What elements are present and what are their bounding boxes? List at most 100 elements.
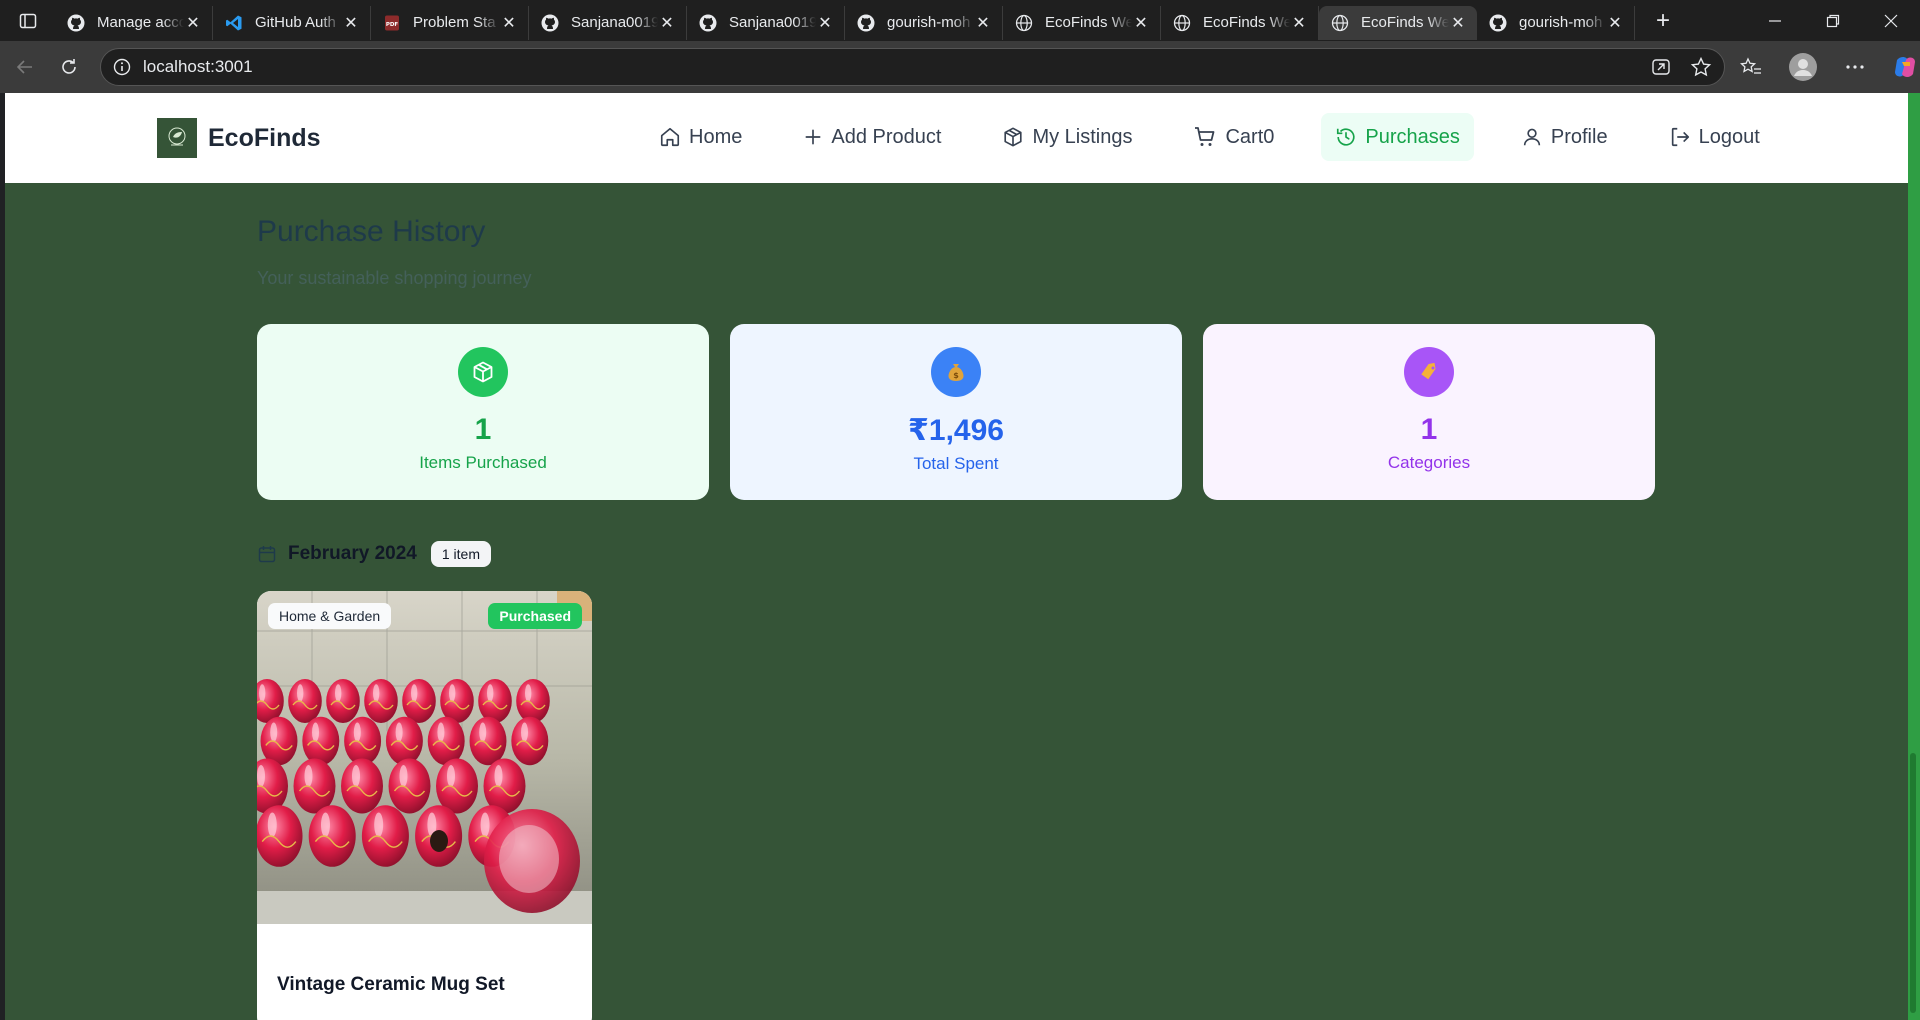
profile-avatar-icon[interactable] (1788, 52, 1818, 82)
more-options-icon[interactable] (1844, 56, 1866, 78)
new-tab-button[interactable]: + (1643, 4, 1683, 38)
back-button[interactable] (3, 47, 47, 87)
url-bar[interactable]: localhost:3001 (100, 48, 1725, 86)
star-icon[interactable] (1690, 56, 1712, 78)
stat-label: Total Spent (913, 454, 999, 473)
info-icon[interactable] (113, 58, 131, 76)
browser-tab[interactable]: PDF Problem Sta ✕ (371, 5, 529, 40)
close-icon (1884, 14, 1898, 27)
close-tab-icon[interactable]: ✕ (974, 14, 992, 32)
globe-icon (1015, 14, 1033, 32)
read-aloud-icon[interactable] (1650, 56, 1672, 78)
close-tab-icon[interactable]: ✕ (1606, 14, 1624, 32)
arrow-left-icon (16, 60, 32, 74)
nav-home-label: Home (689, 125, 743, 148)
browser-address-bar: localhost:3001 (0, 41, 1920, 93)
browser-tab[interactable]: Sanjana0019 ✕ (529, 5, 687, 40)
nav-my-listings[interactable]: My Listings (988, 113, 1146, 161)
nav-logout-label: Logout (1698, 125, 1760, 148)
nav-home[interactable]: Home (645, 113, 756, 161)
plus-icon (805, 129, 821, 145)
browser-tab[interactable]: EcoFinds We ✕ (1003, 5, 1161, 40)
close-tab-icon[interactable]: ✕ (1132, 14, 1150, 32)
logo-text: EcoFinds (208, 123, 321, 152)
github-icon (67, 14, 85, 32)
box-icon (1004, 127, 1023, 147)
group-count-badge: 1 item (430, 541, 491, 567)
browser-tab[interactable]: gourish-moh ✕ (845, 5, 1003, 40)
reload-button[interactable] (47, 47, 91, 87)
page-viewport: EcoFinds Home Add Product My Listings Ca… (5, 93, 1908, 1020)
close-tab-icon[interactable]: ✕ (816, 14, 834, 32)
browser-tab[interactable]: Sanjana0019 ✕ (687, 5, 845, 40)
pdf-icon: PDF (383, 14, 401, 32)
minimize-button[interactable] (1746, 0, 1804, 41)
nav-my-listings-label: My Listings (1032, 125, 1133, 148)
nav-logout[interactable]: Logout (1655, 113, 1774, 161)
nav-add-product-label: Add Product (831, 125, 942, 148)
browser-tab-title: GitHub Auth (255, 14, 336, 31)
purchased-status-badge: Purchased (488, 603, 582, 629)
close-tab-icon[interactable]: ✕ (658, 14, 676, 32)
stat-card-items-purchased: 1 Items Purchased (257, 324, 709, 500)
calendar-icon (258, 546, 276, 563)
main-nav: Home Add Product My Listings Cart0 Purch… (645, 113, 1807, 161)
browser-tab-bar: Manage acco ✕ GitHub Auth ✕ PDF Problem Sta ✕ S… (0, 0, 1920, 41)
browser-tab[interactable]: gourish-moh ✕ (1477, 5, 1635, 40)
purchased-product-card[interactable]: Home & Garden Purchased Vintage Ceramic … (257, 591, 592, 1020)
group-month: February 2024 (288, 543, 417, 564)
close-window-button[interactable] (1862, 0, 1920, 41)
site-logo[interactable]: EcoFinds (157, 118, 321, 158)
browser-tab[interactable]: EcoFinds We ✕ (1161, 5, 1319, 40)
restore-button[interactable] (1804, 0, 1862, 41)
cart-icon (1195, 127, 1215, 146)
browser-tab-title: Sanjana0019 (729, 14, 816, 31)
stat-value: 1 (474, 413, 492, 446)
nav-profile[interactable]: Profile (1507, 113, 1622, 161)
product-image (257, 591, 592, 924)
browser-tab[interactable]: GitHub Auth ✕ (213, 5, 371, 40)
github-icon (857, 14, 875, 32)
box-icon (473, 361, 493, 383)
copilot-icon[interactable] (1892, 54, 1918, 80)
github-icon (541, 14, 559, 32)
minimize-icon (1769, 19, 1781, 22)
close-tab-icon[interactable]: ✕ (184, 14, 202, 32)
nav-profile-label: Profile (1550, 125, 1608, 148)
page-subtitle: Your sustainable shopping journey (257, 268, 532, 288)
page-scrollbar[interactable] (1908, 93, 1920, 1020)
github-icon (699, 14, 717, 32)
stat-value: 1 (1420, 413, 1438, 446)
tag-icon (1421, 362, 1436, 380)
browser-tab[interactable]: EcoFinds We ✕ (1319, 5, 1477, 40)
github-icon (1489, 14, 1507, 32)
stat-icon-circle (1404, 347, 1454, 397)
leaf-logo-icon (157, 118, 197, 158)
nav-cart[interactable]: Cart0 (1179, 113, 1288, 161)
close-tab-icon[interactable]: ✕ (1449, 14, 1467, 32)
close-tab-icon[interactable]: ✕ (500, 14, 518, 32)
restore-icon (1826, 14, 1840, 27)
nav-purchases-label: Purchases (1365, 125, 1460, 148)
nav-purchases[interactable]: Purchases (1321, 113, 1474, 161)
money-bag-icon: $ (948, 364, 964, 381)
svg-text:PDF: PDF (386, 22, 399, 28)
browser-tab-title: gourish-moh (887, 14, 971, 31)
close-tab-icon[interactable]: ✕ (1290, 14, 1308, 32)
close-tab-icon[interactable]: ✕ (342, 14, 360, 32)
browser-tab-title: gourish-moh (1519, 14, 1603, 31)
stat-icon-circle (458, 347, 508, 397)
browser-tab[interactable]: Manage acco ✕ (55, 5, 213, 40)
favorites-icon[interactable] (1740, 56, 1762, 78)
user-icon (1523, 128, 1541, 146)
reload-icon (62, 59, 76, 74)
sidebar-toggle-icon (19, 13, 36, 28)
nav-add-product[interactable]: Add Product (789, 113, 955, 161)
browser-tab-title: EcoFinds We (1361, 14, 1449, 31)
site-header: EcoFinds Home Add Product My Listings Ca… (5, 93, 1908, 183)
browser-tab-title: Sanjana0019 (571, 14, 658, 31)
scrollbar-thumb[interactable] (1910, 753, 1916, 1013)
tab-actions-button[interactable] (0, 0, 55, 41)
nav-cart-label: Cart0 (1225, 125, 1275, 148)
stat-value: ₹1,496 (908, 414, 1004, 447)
